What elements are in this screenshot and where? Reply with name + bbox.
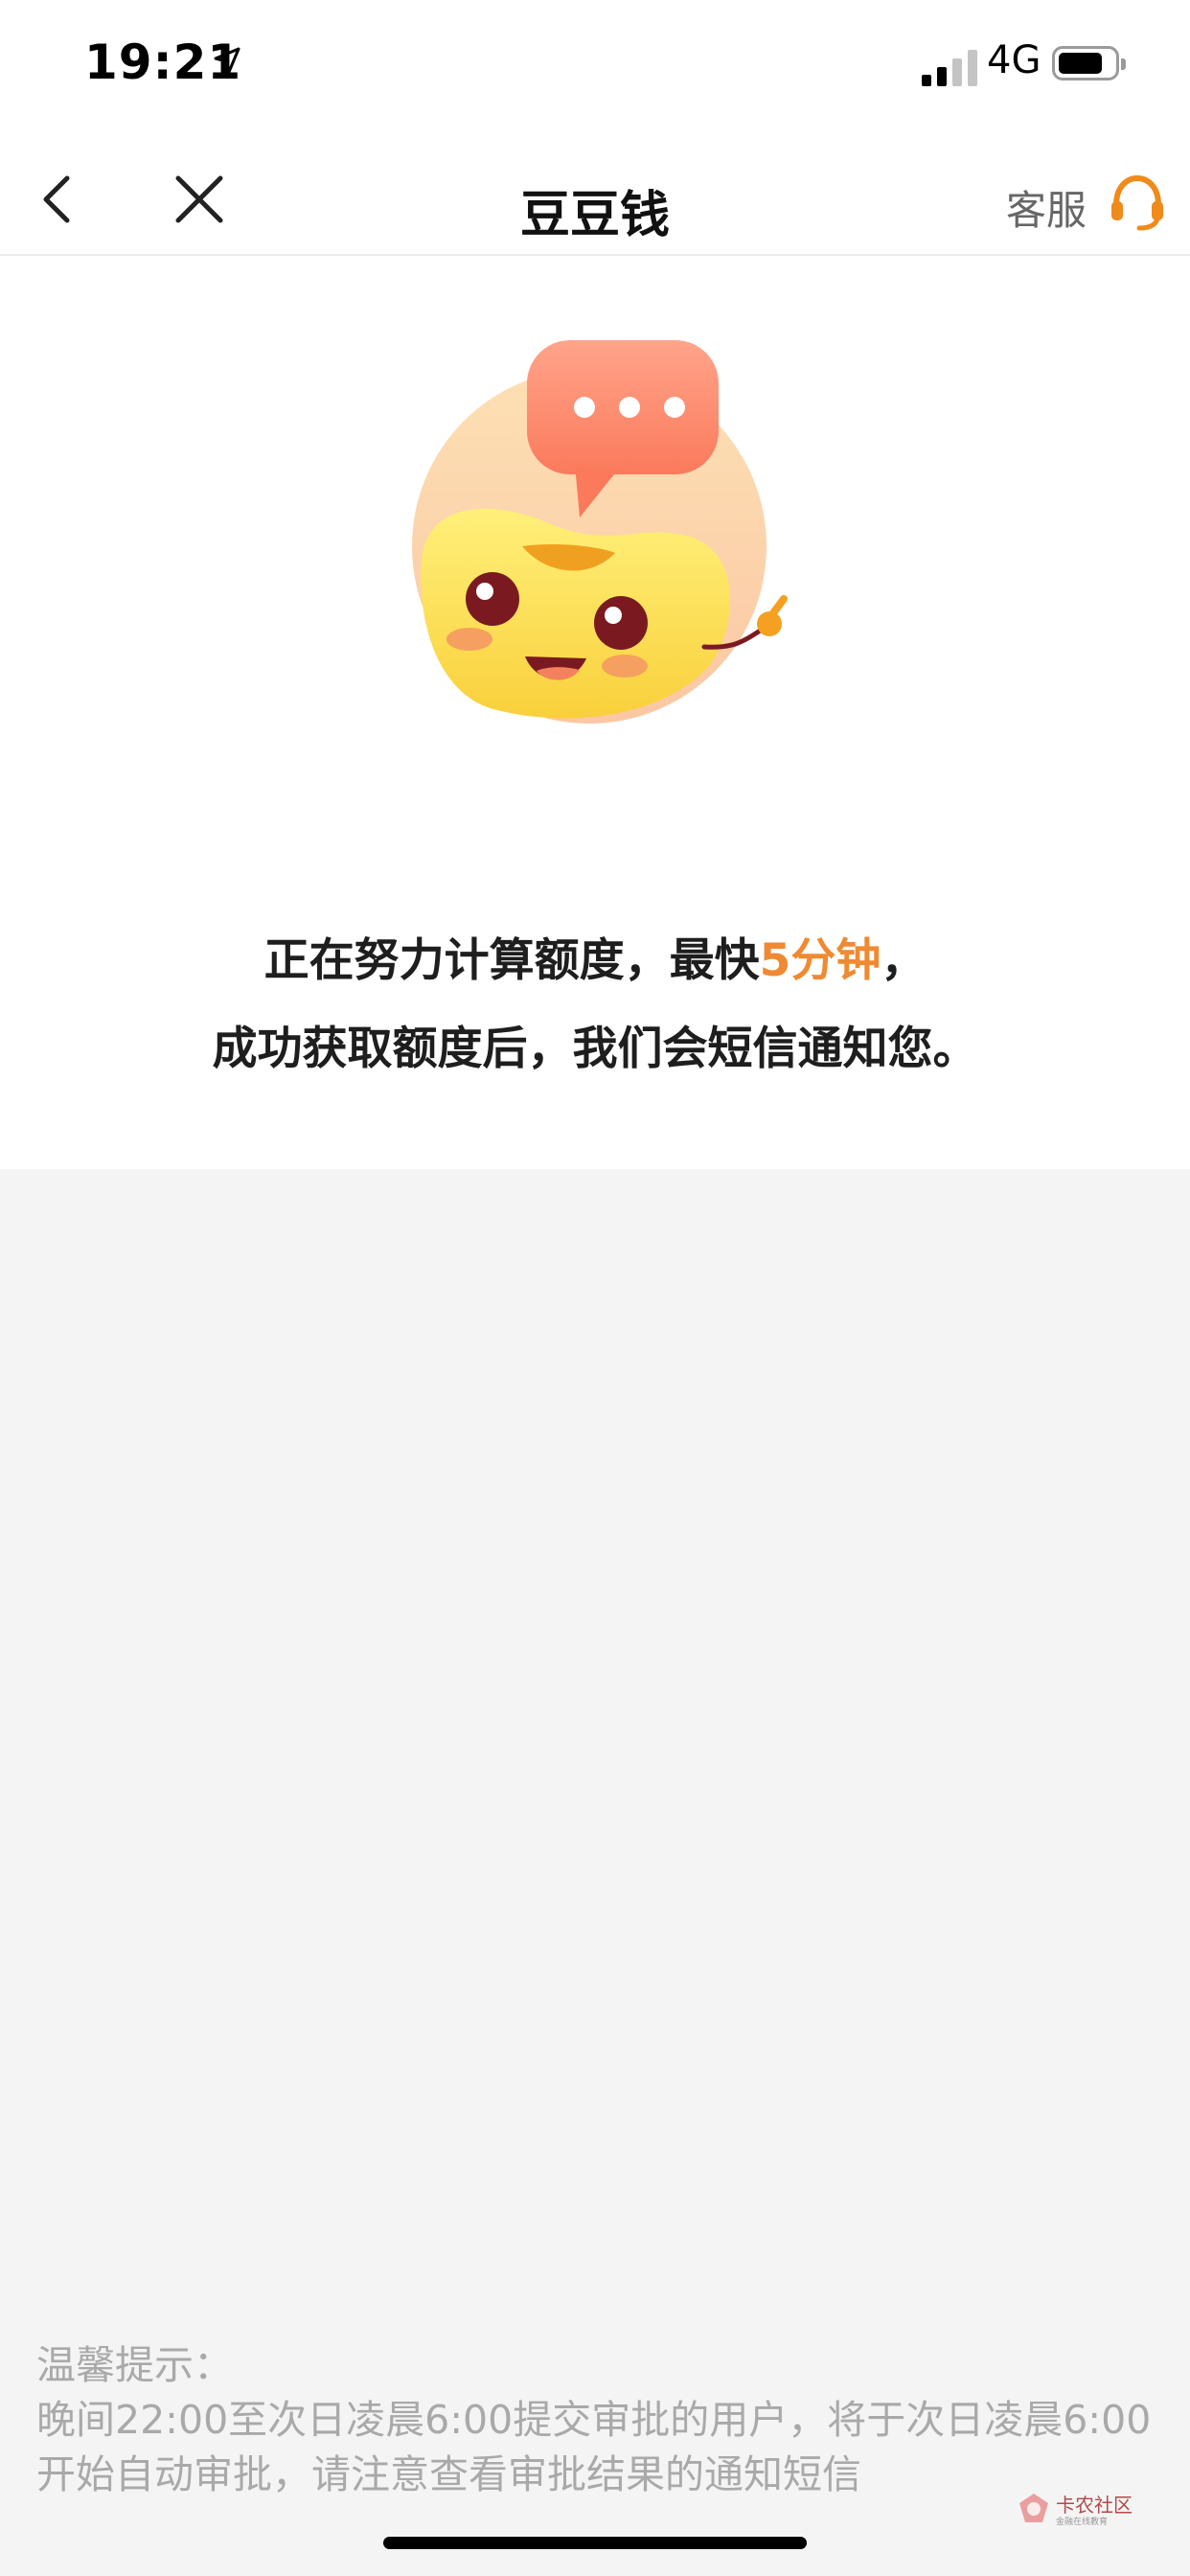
- battery-icon: [1052, 46, 1126, 80]
- status-message-line2: 成功获取额度后，我们会短信通知您。: [212, 1023, 978, 1075]
- bean-mascot-illustration: [412, 340, 788, 724]
- status-bar: 19:21 4G: [0, 0, 1190, 144]
- status-message-suffix: ，: [881, 934, 927, 987]
- location-arrow-icon: [214, 47, 240, 74]
- status-card: 正在努力计算额度，最快5分钟， 成功获取额度后，我们会短信通知您。: [0, 256, 1190, 1169]
- watermark-label: 卡农社区: [1056, 2494, 1133, 2517]
- headset-icon: [1111, 174, 1163, 231]
- watermark-icon: [1019, 2494, 1048, 2522]
- cellular-signal-icon: [922, 48, 977, 86]
- customer-service-label: 客服: [1005, 187, 1087, 234]
- watermark-logo: 卡农社区 金融在线教育: [1016, 2486, 1140, 2532]
- nav-bar: 豆豆钱 客服: [0, 144, 1190, 256]
- tips-notice: 温馨提示： 晚间22:00至次日凌晨6:00提交审批的用户，将于次日凌晨6:00…: [36, 2338, 1157, 2502]
- network-type: 4G: [987, 38, 1041, 82]
- watermark-sub: 金融在线教育: [1056, 2518, 1109, 2527]
- tips-title: 温馨提示：: [36, 2342, 233, 2388]
- status-message-line1: 正在努力计算额度，最快5分钟，: [0, 917, 1190, 1005]
- home-indicator[interactable]: [383, 2537, 807, 2549]
- status-message-prefix: 正在努力计算额度，最快: [263, 934, 760, 987]
- status-message: 正在努力计算额度，最快5分钟， 成功获取额度后，我们会短信通知您。: [0, 917, 1190, 1093]
- tips-body: 晚间22:00至次日凌晨6:00提交审批的用户，将于次日凌晨6:00开始自动审批…: [36, 2397, 1152, 2497]
- customer-service-button[interactable]: 客服: [975, 172, 1167, 234]
- wait-time-highlight: 5分钟: [759, 934, 881, 987]
